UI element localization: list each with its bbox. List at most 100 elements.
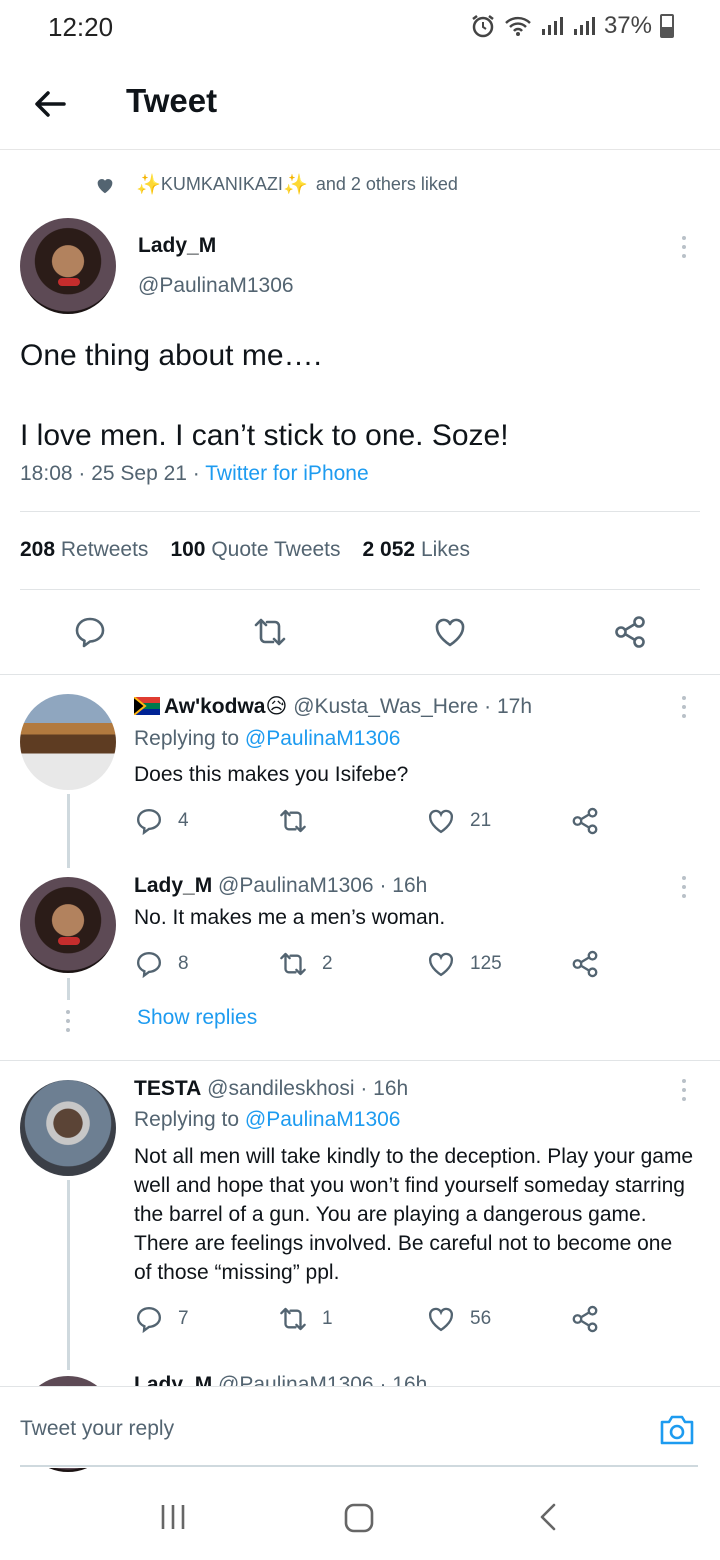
avatar[interactable] bbox=[20, 694, 116, 790]
quote-tweets-stat[interactable]: 100 Quote Tweets bbox=[170, 538, 340, 562]
back-icon[interactable] bbox=[534, 1502, 564, 1532]
reply-icon bbox=[136, 951, 162, 979]
reply-retweet-button[interactable]: 2 bbox=[278, 949, 333, 979]
heart-filled-icon bbox=[97, 178, 113, 193]
replying-to: Replying to @PaulinaM1306 bbox=[134, 727, 401, 750]
avatar[interactable] bbox=[20, 218, 116, 314]
reply-actions: 8 2 125 bbox=[134, 949, 614, 981]
reply-actions: 4 21 bbox=[134, 806, 614, 838]
share-icon bbox=[572, 950, 598, 978]
signal-icon bbox=[541, 17, 563, 35]
reply-header[interactable]: Lady_M @PaulinaM1306 · 16h bbox=[134, 874, 427, 898]
reply-author-name: TESTA bbox=[134, 1077, 202, 1100]
reply-comment-button[interactable]: 4 bbox=[134, 806, 189, 836]
tweet-action-bar bbox=[0, 604, 720, 660]
retweet-icon bbox=[280, 952, 306, 976]
reply-composer[interactable]: Tweet your reply bbox=[0, 1386, 720, 1468]
alarm-icon bbox=[472, 15, 494, 38]
home-icon[interactable] bbox=[343, 1502, 375, 1534]
page-title: Tweet bbox=[126, 82, 218, 119]
recent-apps-icon[interactable] bbox=[158, 1502, 188, 1532]
retweets-stat[interactable]: 208 Retweets bbox=[20, 538, 148, 562]
sparkle-emoji: ✨ bbox=[282, 174, 308, 196]
reply-text: Does this makes you Isifebe? bbox=[134, 763, 409, 786]
author-name[interactable]: Lady_M bbox=[138, 234, 216, 258]
divider bbox=[20, 511, 700, 512]
tweet-stats: 208 Retweets 100 Quote Tweets 2 052 Like… bbox=[20, 538, 470, 562]
more-options-icon[interactable] bbox=[682, 696, 688, 718]
reply-author-handle: @Kusta_Was_Here · 17h bbox=[293, 695, 533, 718]
thread-line bbox=[67, 794, 70, 868]
reply-share-button[interactable] bbox=[570, 1304, 600, 1334]
replying-to: Replying to @PaulinaM1306 bbox=[134, 1108, 401, 1131]
wifi-icon bbox=[505, 16, 531, 36]
status-bar: 12:20 37% bbox=[0, 0, 720, 56]
reply-retweet-button[interactable] bbox=[278, 806, 322, 836]
reply-share-button[interactable] bbox=[570, 806, 600, 836]
like-icon bbox=[428, 809, 454, 834]
reply-icon[interactable] bbox=[72, 614, 108, 650]
tweet-text: One thing about me…. I love men. I can’t… bbox=[20, 339, 509, 452]
battery-percent: 37% bbox=[603, 12, 652, 39]
reply-icon bbox=[136, 1306, 162, 1334]
social-context[interactable]: ✨ KUMKANIKAZI ✨ and 2 others liked bbox=[94, 172, 458, 197]
divider bbox=[20, 589, 700, 590]
reply-underline bbox=[20, 1465, 698, 1467]
more-options-icon[interactable] bbox=[682, 876, 688, 898]
reply-comment-button[interactable]: 7 bbox=[134, 1304, 189, 1334]
reply-actions: 7 1 56 bbox=[134, 1304, 614, 1336]
tweet-meta: 18:08 · 25 Sep 21 · Twitter for iPhone bbox=[20, 462, 369, 486]
reply-icon bbox=[136, 808, 162, 836]
tweet-timestamp: 18:08 · 25 Sep 21 · bbox=[20, 462, 206, 485]
share-icon bbox=[572, 807, 598, 835]
thread-continuation-dots bbox=[66, 1010, 72, 1032]
sparkle-emoji: ✨ bbox=[136, 174, 161, 196]
reply-like-button[interactable]: 21 bbox=[426, 806, 491, 836]
reply-author-handle: @sandileskhosi · 16h bbox=[207, 1077, 409, 1100]
camera-icon[interactable] bbox=[658, 1413, 696, 1447]
reply-text: Not all men will take kindly to the dece… bbox=[134, 1145, 694, 1284]
status-time: 12:20 bbox=[48, 12, 114, 42]
tweet-source-link[interactable]: Twitter for iPhone bbox=[205, 462, 368, 485]
liked-by-name: KUMKANIKAZI bbox=[160, 174, 283, 194]
thread-line bbox=[67, 978, 70, 1000]
back-arrow-icon[interactable] bbox=[30, 84, 70, 124]
retweet-icon bbox=[280, 809, 306, 833]
like-icon bbox=[428, 1307, 454, 1332]
like-icon[interactable] bbox=[432, 614, 468, 650]
share-icon bbox=[572, 1305, 598, 1333]
reply-like-button[interactable]: 56 bbox=[426, 1304, 491, 1334]
reply-header[interactable]: TESTA @sandileskhosi · 16h bbox=[134, 1077, 408, 1101]
reply-text: No. It makes me a men’s woman. bbox=[134, 906, 446, 929]
likes-stat[interactable]: 2 052 Likes bbox=[363, 538, 470, 562]
battery-icon bbox=[660, 14, 674, 38]
show-replies-link[interactable]: Show replies bbox=[137, 1006, 257, 1030]
more-options-icon[interactable] bbox=[682, 236, 688, 258]
replying-to-link[interactable]: @PaulinaM1306 bbox=[245, 727, 401, 750]
avatar[interactable] bbox=[20, 877, 116, 973]
reply-comment-button[interactable]: 8 bbox=[134, 949, 189, 979]
retweet-icon bbox=[280, 1307, 306, 1331]
more-options-icon[interactable] bbox=[682, 1079, 688, 1101]
author-handle[interactable]: @PaulinaM1306 bbox=[138, 274, 294, 298]
reply-header[interactable]: Aw'kodwa😥 @Kusta_Was_Here · 17h bbox=[133, 694, 533, 719]
retweet-icon[interactable] bbox=[252, 614, 288, 650]
replying-to-link[interactable]: @PaulinaM1306 bbox=[245, 1108, 401, 1131]
divider bbox=[0, 674, 720, 675]
signal-icon-2 bbox=[573, 17, 595, 35]
reply-author-handle: @PaulinaM1306 · 16h bbox=[218, 874, 428, 897]
share-icon[interactable] bbox=[612, 614, 648, 650]
reply-input[interactable]: Tweet your reply bbox=[20, 1417, 174, 1441]
liked-by-suffix: and 2 others liked bbox=[315, 174, 458, 194]
reply-author-name: Lady_M bbox=[134, 874, 213, 897]
reply-like-button[interactable]: 125 bbox=[426, 949, 502, 979]
thread-line bbox=[67, 1180, 70, 1370]
divider bbox=[0, 1060, 720, 1061]
avatar[interactable] bbox=[20, 1080, 116, 1176]
reply-author-name: Aw'kodwa😥 bbox=[164, 695, 288, 718]
like-icon bbox=[428, 952, 454, 977]
app-header: Tweet bbox=[0, 56, 720, 150]
reply-share-button[interactable] bbox=[570, 949, 600, 979]
reply-retweet-button[interactable]: 1 bbox=[278, 1304, 333, 1334]
status-icons: 37% bbox=[470, 12, 674, 40]
